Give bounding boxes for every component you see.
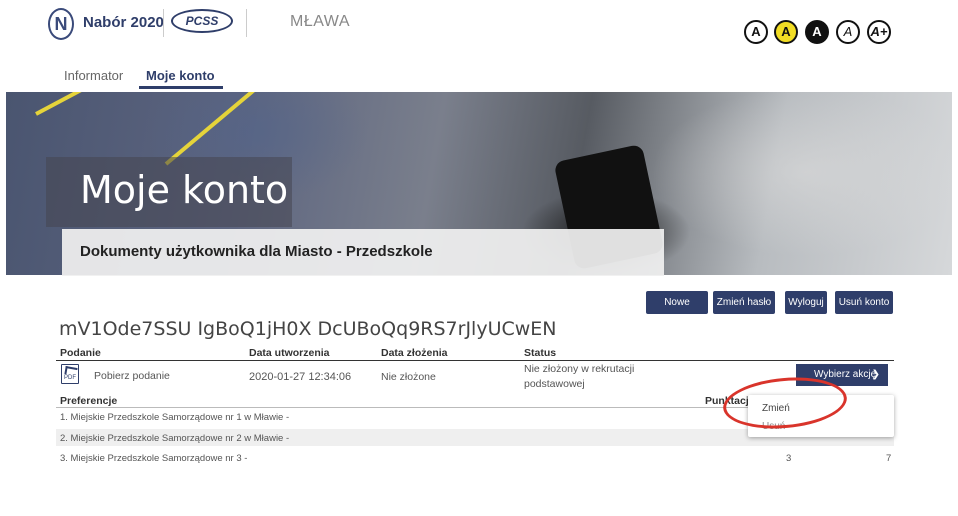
- tab-informator[interactable]: Informator: [64, 68, 123, 83]
- contrast-default-button[interactable]: A: [744, 20, 768, 44]
- action-dropdown-menu: Zmień Usuń: [748, 395, 894, 437]
- nabor-logo-icon: N: [48, 8, 74, 40]
- column-header-podanie: Podanie: [60, 347, 101, 359]
- pdf-file-icon[interactable]: PDF: [61, 364, 79, 384]
- column-header-created: Data utworzenia: [249, 347, 330, 359]
- header-divider: [246, 9, 247, 37]
- contrast-black-button[interactable]: A: [805, 20, 829, 44]
- created-date: 2020-01-27 12:34:06: [249, 371, 352, 383]
- tab-moje-konto[interactable]: Moje konto: [146, 68, 215, 83]
- status-line: podstawowej: [524, 378, 585, 390]
- chevron-down-icon: ❯: [871, 369, 880, 380]
- points-value: 7: [886, 453, 892, 464]
- logout-button[interactable]: Wyloguj: [785, 291, 827, 314]
- font-larger-button[interactable]: A+: [867, 20, 891, 44]
- download-application-link[interactable]: Pobierz podanie: [94, 370, 170, 382]
- submitted-value: Nie złożone: [381, 371, 436, 383]
- choose-action-button[interactable]: Wybierz akcję ❯: [796, 364, 888, 386]
- pcss-logo: PCSS: [171, 9, 233, 33]
- column-header-submitted: Data złożenia: [381, 347, 448, 359]
- table-divider: [56, 360, 894, 361]
- points-value: 3: [786, 453, 792, 464]
- active-tab-indicator: [139, 86, 223, 89]
- banner-decoration: [35, 92, 161, 116]
- delete-account-button[interactable]: Usuń konto: [835, 291, 893, 314]
- preference-item: 2. Miejskie Przedszkole Samorządowe nr 2…: [60, 433, 290, 444]
- document-id: mV1Ode7SSU IgBoQ1jH0X DcUBoQq9RS7rJlyUCw…: [59, 318, 557, 340]
- city-name: MŁAWA: [290, 13, 350, 30]
- column-header-status: Status: [524, 347, 557, 359]
- menu-item-usun[interactable]: Usuń: [762, 421, 785, 432]
- page-subtitle: Dokumenty użytkownika dla Miasto - Przed…: [80, 243, 433, 260]
- contrast-yellow-button[interactable]: A: [774, 20, 798, 44]
- change-password-button[interactable]: Zmień hasło: [713, 291, 775, 314]
- menu-item-zmien[interactable]: Zmień: [762, 403, 790, 414]
- preferences-header: Preferencje: [60, 395, 118, 407]
- preference-item: 1. Miejskie Przedszkole Samorządowe nr 1…: [60, 412, 290, 423]
- page-title: Moje konto: [80, 168, 289, 212]
- header-divider: [163, 9, 164, 37]
- choose-action-label: Wybierz akcję: [814, 369, 877, 380]
- status-line: Nie złożony w rekrutacji: [524, 363, 635, 375]
- font-normal-button[interactable]: A: [836, 20, 860, 44]
- preference-item: 3. Miejskie Przedszkole Samorządowe nr 3…: [60, 453, 248, 464]
- new-application-button[interactable]: Nowe podanie: [646, 291, 708, 331]
- brand-title: Nabór 2020: [83, 14, 164, 31]
- banner-decoration: [164, 92, 321, 166]
